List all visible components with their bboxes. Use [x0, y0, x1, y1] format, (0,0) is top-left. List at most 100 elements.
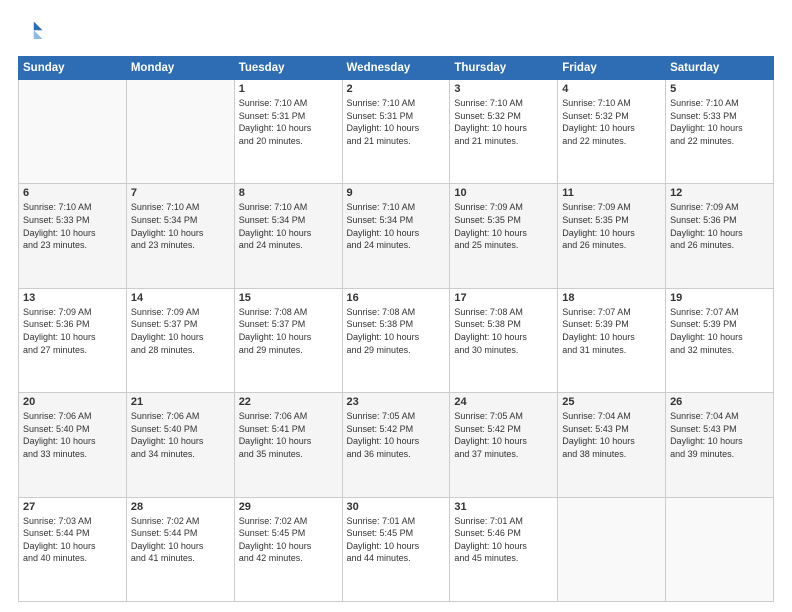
- day-cell: 20 Sunrise: 7:06 AM Sunset: 5:40 PM Dayli…: [19, 393, 127, 497]
- day-info: Sunrise: 7:10 AM Sunset: 5:34 PM Dayligh…: [347, 201, 446, 251]
- day-number: 16: [347, 292, 446, 304]
- day-number: 23: [347, 396, 446, 408]
- day-info: Sunrise: 7:09 AM Sunset: 5:36 PM Dayligh…: [23, 306, 122, 356]
- week-row-4: 20 Sunrise: 7:06 AM Sunset: 5:40 PM Dayli…: [19, 393, 774, 497]
- week-row-3: 13 Sunrise: 7:09 AM Sunset: 5:36 PM Dayli…: [19, 288, 774, 392]
- day-cell: [666, 497, 774, 601]
- day-cell: 6 Sunrise: 7:10 AM Sunset: 5:33 PM Daylig…: [19, 184, 127, 288]
- weekday-header-row: SundayMondayTuesdayWednesdayThursdayFrid…: [19, 57, 774, 80]
- weekday-header-tuesday: Tuesday: [234, 57, 342, 80]
- week-row-2: 6 Sunrise: 7:10 AM Sunset: 5:33 PM Daylig…: [19, 184, 774, 288]
- day-cell: 25 Sunrise: 7:04 AM Sunset: 5:43 PM Dayli…: [558, 393, 666, 497]
- day-cell: 30Sunrise: 7:01 AM Sunset: 5:45 PM Dayli…: [342, 497, 450, 601]
- day-cell: 12 Sunrise: 7:09 AM Sunset: 5:36 PM Dayli…: [666, 184, 774, 288]
- day-number: 9: [347, 187, 446, 199]
- day-info: Sunrise: 7:06 AM Sunset: 5:41 PM Dayligh…: [239, 410, 338, 460]
- day-cell: 13 Sunrise: 7:09 AM Sunset: 5:36 PM Dayli…: [19, 288, 127, 392]
- day-cell: 29Sunrise: 7:02 AM Sunset: 5:45 PM Dayli…: [234, 497, 342, 601]
- day-number: 4: [562, 83, 661, 95]
- day-info: Sunrise: 7:10 AM Sunset: 5:31 PM Dayligh…: [239, 97, 338, 147]
- day-info: Sunrise: 7:06 AM Sunset: 5:40 PM Dayligh…: [23, 410, 122, 460]
- day-cell: 17 Sunrise: 7:08 AM Sunset: 5:38 PM Dayli…: [450, 288, 558, 392]
- day-cell: 10 Sunrise: 7:09 AM Sunset: 5:35 PM Dayli…: [450, 184, 558, 288]
- day-number: 2: [347, 83, 446, 95]
- day-cell: 7 Sunrise: 7:10 AM Sunset: 5:34 PM Daylig…: [126, 184, 234, 288]
- weekday-header-monday: Monday: [126, 57, 234, 80]
- day-info: Sunrise: 7:08 AM Sunset: 5:37 PM Dayligh…: [239, 306, 338, 356]
- day-number: 15: [239, 292, 338, 304]
- day-info: Sunrise: 7:09 AM Sunset: 5:37 PM Dayligh…: [131, 306, 230, 356]
- day-cell: 9 Sunrise: 7:10 AM Sunset: 5:34 PM Daylig…: [342, 184, 450, 288]
- day-cell: 3Sunrise: 7:10 AM Sunset: 5:32 PM Daylig…: [450, 80, 558, 184]
- day-info: Sunrise: 7:04 AM Sunset: 5:43 PM Dayligh…: [670, 410, 769, 460]
- week-row-5: 27 Sunrise: 7:03 AM Sunset: 5:44 PM Dayli…: [19, 497, 774, 601]
- day-info: Sunrise: 7:10 AM Sunset: 5:34 PM Dayligh…: [131, 201, 230, 251]
- day-number: 27: [23, 501, 122, 513]
- day-number: 28: [131, 501, 230, 513]
- day-info: Sunrise: 7:10 AM Sunset: 5:31 PM Dayligh…: [347, 97, 446, 147]
- day-info: Sunrise: 7:10 AM Sunset: 5:32 PM Dayligh…: [562, 97, 661, 147]
- day-info: Sunrise: 7:06 AM Sunset: 5:40 PM Dayligh…: [131, 410, 230, 460]
- day-cell: [558, 497, 666, 601]
- day-cell: 1 Sunrise: 7:10 AM Sunset: 5:31 PM Daylig…: [234, 80, 342, 184]
- day-info: Sunrise: 7:10 AM Sunset: 5:33 PM Dayligh…: [670, 97, 769, 147]
- day-number: 20: [23, 396, 122, 408]
- day-number: 19: [670, 292, 769, 304]
- day-info: Sunrise: 7:08 AM Sunset: 5:38 PM Dayligh…: [347, 306, 446, 356]
- day-number: 18: [562, 292, 661, 304]
- weekday-header-wednesday: Wednesday: [342, 57, 450, 80]
- day-number: 5: [670, 83, 769, 95]
- day-info: Sunrise: 7:10 AM Sunset: 5:34 PM Dayligh…: [239, 201, 338, 251]
- header: [18, 18, 774, 46]
- logo-icon: [18, 18, 46, 46]
- day-info: Sunrise: 7:02 AM Sunset: 5:44 PM Dayligh…: [131, 515, 230, 565]
- day-info: Sunrise: 7:09 AM Sunset: 5:36 PM Dayligh…: [670, 201, 769, 251]
- day-info: Sunrise: 7:07 AM Sunset: 5:39 PM Dayligh…: [670, 306, 769, 356]
- day-cell: 18 Sunrise: 7:07 AM Sunset: 5:39 PM Dayli…: [558, 288, 666, 392]
- day-cell: 16 Sunrise: 7:08 AM Sunset: 5:38 PM Dayli…: [342, 288, 450, 392]
- day-cell: 23 Sunrise: 7:05 AM Sunset: 5:42 PM Dayli…: [342, 393, 450, 497]
- day-cell: 31Sunrise: 7:01 AM Sunset: 5:46 PM Dayli…: [450, 497, 558, 601]
- week-row-1: 1 Sunrise: 7:10 AM Sunset: 5:31 PM Daylig…: [19, 80, 774, 184]
- day-info: Sunrise: 7:07 AM Sunset: 5:39 PM Dayligh…: [562, 306, 661, 356]
- day-info: Sunrise: 7:03 AM Sunset: 5:44 PM Dayligh…: [23, 515, 122, 565]
- day-cell: [19, 80, 127, 184]
- day-number: 6: [23, 187, 122, 199]
- day-cell: 8 Sunrise: 7:10 AM Sunset: 5:34 PM Daylig…: [234, 184, 342, 288]
- day-cell: 21 Sunrise: 7:06 AM Sunset: 5:40 PM Dayli…: [126, 393, 234, 497]
- weekday-header-friday: Friday: [558, 57, 666, 80]
- day-cell: 26Sunrise: 7:04 AM Sunset: 5:43 PM Dayli…: [666, 393, 774, 497]
- day-cell: 14 Sunrise: 7:09 AM Sunset: 5:37 PM Dayli…: [126, 288, 234, 392]
- day-number: 17: [454, 292, 553, 304]
- day-info: Sunrise: 7:05 AM Sunset: 5:42 PM Dayligh…: [454, 410, 553, 460]
- day-cell: 19 Sunrise: 7:07 AM Sunset: 5:39 PM Dayli…: [666, 288, 774, 392]
- day-number: 25: [562, 396, 661, 408]
- day-info: Sunrise: 7:01 AM Sunset: 5:46 PM Dayligh…: [454, 515, 553, 565]
- day-number: 7: [131, 187, 230, 199]
- weekday-header-sunday: Sunday: [19, 57, 127, 80]
- day-info: Sunrise: 7:04 AM Sunset: 5:43 PM Dayligh…: [562, 410, 661, 460]
- day-number: 1: [239, 83, 338, 95]
- day-number: 12: [670, 187, 769, 199]
- day-number: 10: [454, 187, 553, 199]
- day-number: 22: [239, 396, 338, 408]
- day-number: 8: [239, 187, 338, 199]
- day-info: Sunrise: 7:09 AM Sunset: 5:35 PM Dayligh…: [562, 201, 661, 251]
- day-cell: 5 Sunrise: 7:10 AM Sunset: 5:33 PM Daylig…: [666, 80, 774, 184]
- day-number: 24: [454, 396, 553, 408]
- day-number: 14: [131, 292, 230, 304]
- day-cell: [126, 80, 234, 184]
- day-info: Sunrise: 7:10 AM Sunset: 5:33 PM Dayligh…: [23, 201, 122, 251]
- day-info: Sunrise: 7:09 AM Sunset: 5:35 PM Dayligh…: [454, 201, 553, 251]
- weekday-header-thursday: Thursday: [450, 57, 558, 80]
- day-number: 13: [23, 292, 122, 304]
- day-number: 21: [131, 396, 230, 408]
- day-info: Sunrise: 7:05 AM Sunset: 5:42 PM Dayligh…: [347, 410, 446, 460]
- day-cell: 15 Sunrise: 7:08 AM Sunset: 5:37 PM Dayli…: [234, 288, 342, 392]
- calendar-table: SundayMondayTuesdayWednesdayThursdayFrid…: [18, 56, 774, 602]
- day-cell: 27 Sunrise: 7:03 AM Sunset: 5:44 PM Dayli…: [19, 497, 127, 601]
- day-cell: 2 Sunrise: 7:10 AM Sunset: 5:31 PM Daylig…: [342, 80, 450, 184]
- weekday-header-saturday: Saturday: [666, 57, 774, 80]
- day-info: Sunrise: 7:10 AM Sunset: 5:32 PM Dayligh…: [454, 97, 553, 147]
- day-info: Sunrise: 7:08 AM Sunset: 5:38 PM Dayligh…: [454, 306, 553, 356]
